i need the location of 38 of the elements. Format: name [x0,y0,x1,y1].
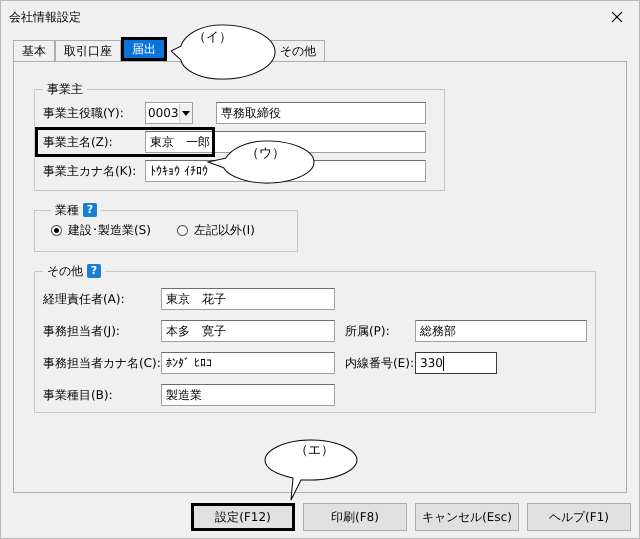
field-label: 事務担当者カナ名(C): [43,355,161,372]
tab[interactable]: 届出 [121,37,167,61]
input-field[interactable]: 製造業 [161,384,335,406]
tab[interactable]: その他 [271,40,325,61]
code-dropdown[interactable]: 0003 [145,102,193,124]
input-field[interactable]: ﾎﾝﾀﾞ ﾋﾛｺ [161,352,335,374]
input-field[interactable]: 東京 花子 [161,288,335,310]
close-icon[interactable] [611,11,623,23]
group-title: 業種 [55,202,79,219]
dialog-button[interactable]: ヘルプ(F1) [527,503,631,531]
callout-label: （イ） [193,31,232,44]
field-label: 内線番号(E): [345,355,415,372]
tab[interactable]: 基本 [13,40,55,61]
callout-label: （エ） [295,444,334,457]
title-field[interactable]: 専務取締役 [216,102,426,124]
input-field[interactable]: 総務部 [415,320,587,342]
field-label: 所属(P): [345,323,391,340]
group-title: その他 [47,263,83,280]
field-label: 事務担当者(J): [43,323,121,340]
field-label: 事業主名(Z): [43,134,114,151]
field-label: 事業種目(B): [43,387,114,404]
tab[interactable]: 取引口座 [55,40,121,61]
caret-icon [182,110,190,116]
field-label: 事業主役職(Y): [43,105,125,122]
help-icon[interactable]: ? [87,264,101,278]
input-field[interactable]: 本多 寛子 [161,320,335,342]
dialog-button[interactable]: 設定(F12) [191,503,295,531]
window-title: 会社情報設定 [9,9,81,26]
field-label: 経理責任者(A): [43,291,126,308]
help-icon[interactable]: ? [83,203,97,217]
input-field[interactable]: 330 [415,352,497,374]
dialog-button[interactable]: 印刷(F8) [303,503,407,531]
callout-label: （ウ） [246,147,285,160]
group-title: 事業主 [47,82,83,96]
dialog-button[interactable]: キャンセル(Esc) [415,503,519,531]
radio-option[interactable]: 左記以外(I) [176,221,255,239]
radio-option[interactable]: 建設･製造業(S) [51,221,151,239]
field-label: 事業主カナ名(K): [43,163,138,180]
